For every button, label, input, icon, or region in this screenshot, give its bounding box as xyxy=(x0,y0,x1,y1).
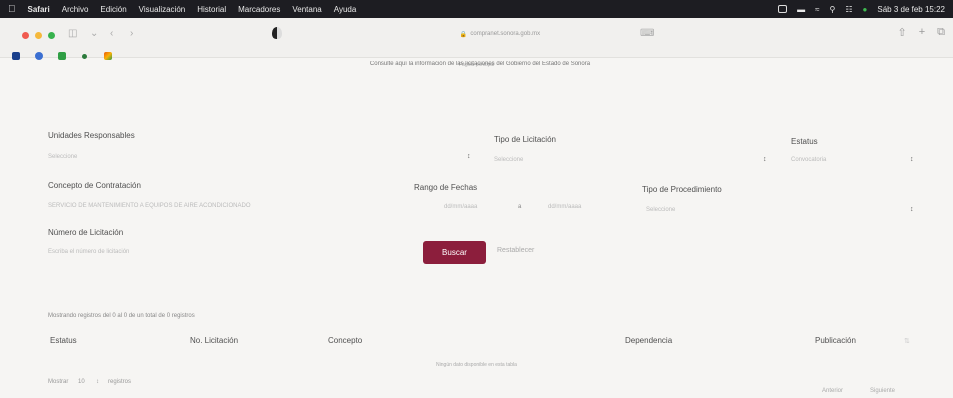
fecha-desde-text: dd/mm/aaaa xyxy=(444,204,478,210)
spotlight-search-icon[interactable]: ⚲ xyxy=(830,5,836,14)
battery-icon[interactable]: ▬ xyxy=(797,5,805,14)
toolbar-right-controls: ⇧ + ⧉ xyxy=(897,26,945,39)
menu-item-edicion[interactable]: Edición xyxy=(100,5,126,14)
column-header-concepto[interactable]: Concepto xyxy=(328,336,362,345)
estatus-select[interactable]: Convocatoria xyxy=(791,153,911,167)
restablecer-link[interactable]: Restablecer xyxy=(497,247,534,254)
sidebar-toggle-icon[interactable]: ◫ xyxy=(68,28,77,39)
concepto-label: Concepto de Contratación xyxy=(48,181,141,190)
fecha-hasta-input[interactable]: dd/mm/aaaa xyxy=(548,200,608,214)
menu-item-archivo[interactable]: Archivo xyxy=(62,5,89,14)
page-notice: Consulte aquí la información de las lici… xyxy=(369,61,591,67)
fecha-separator: a xyxy=(518,204,522,210)
unidades-label: Unidades Responsables xyxy=(48,131,135,140)
sort-arrows-icon[interactable]: ⇅ xyxy=(904,337,910,345)
menu-item-marcadores[interactable]: Marcadores xyxy=(238,5,280,14)
tipo-procedimiento-label: Tipo de Procedimiento xyxy=(642,185,722,194)
concepto-input[interactable]: SERVICIO DE MANTENIMIENTO A EQUIPOS DE A… xyxy=(48,199,388,213)
favorite-1-icon[interactable] xyxy=(12,52,20,60)
numero-licitacion-placeholder: Escriba el número de licitación xyxy=(48,249,130,255)
close-window-button[interactable] xyxy=(22,32,29,39)
column-header-dependencia[interactable]: Dependencia xyxy=(625,336,672,345)
pagination-next[interactable]: Siguiente xyxy=(870,388,895,394)
siri-icon[interactable]: ● xyxy=(863,5,868,14)
empty-table-message: Ningún dato disponible en esta tabla xyxy=(436,362,517,368)
browser-toolbar: ◫ ⌄ ‹ › 🔒 compranet.sonora.gob.mx ⌨ ⇧ + … xyxy=(0,18,953,68)
privacy-shield-icon[interactable] xyxy=(272,27,282,39)
column-header-estatus[interactable]: Estatus xyxy=(50,336,77,345)
pagination-previous[interactable]: Anterior xyxy=(822,388,843,394)
tipo-licitacion-select[interactable]: Seleccione xyxy=(494,153,764,167)
address-bar-url: compranet.sonora.gob.mx xyxy=(470,31,541,37)
tipo-procedimiento-select[interactable]: Seleccione xyxy=(646,203,911,217)
zoom-window-button[interactable] xyxy=(48,32,55,39)
favorite-4-icon[interactable] xyxy=(82,54,87,59)
forward-arrow-icon[interactable]: › xyxy=(130,28,133,39)
favorite-5-icon[interactable] xyxy=(104,52,112,60)
tipo-licitacion-label: Tipo de Licitación xyxy=(494,135,556,144)
favorite-3-icon[interactable] xyxy=(58,52,66,60)
status-area: ▬ ≈ ⚲ ☷ ● Sáb 3 de feb 15:22 xyxy=(778,5,945,14)
show-entries-select[interactable]: 10 xyxy=(78,379,85,385)
chevron-down-icon[interactable]: ⌄ xyxy=(90,28,98,39)
estatus-select-value: Convocatoria xyxy=(791,157,827,163)
minimize-window-button[interactable] xyxy=(35,32,42,39)
column-header-publicacion[interactable]: Publicación xyxy=(815,336,856,345)
apple-icon[interactable]:  xyxy=(8,4,16,15)
share-icon[interactable]: ⇧ xyxy=(897,26,906,39)
show-entries-label: Mostrar xyxy=(48,379,69,385)
favorite-2-icon[interactable] xyxy=(35,52,43,60)
tipo-licitacion-chevron-icon[interactable]: ↕ xyxy=(763,156,767,163)
unidades-chevron-icon[interactable]: ↕ xyxy=(467,153,471,160)
concepto-input-text: SERVICIO DE MANTENIMIENTO A EQUIPOS DE A… xyxy=(48,203,251,209)
translate-icon[interactable]: ⌨ xyxy=(640,28,654,39)
numero-licitacion-input[interactable]: Escriba el número de licitación xyxy=(48,245,298,259)
menu-bar-clock[interactable]: Sáb 3 de feb 15:22 xyxy=(877,5,945,14)
menu-item-visualizacion[interactable]: Visualización xyxy=(139,5,186,14)
estatus-label: Estatus xyxy=(791,137,818,146)
lock-icon: 🔒 xyxy=(459,31,468,38)
menu-bar:  Safari Archivo Edición Visualización H… xyxy=(0,0,953,18)
new-tab-icon[interactable]: + xyxy=(919,26,925,39)
fecha-hasta-text: dd/mm/aaaa xyxy=(548,204,582,210)
menu-app-name[interactable]: Safari xyxy=(28,5,50,14)
tipo-procedimiento-select-value: Seleccione xyxy=(646,207,676,213)
menu-item-ayuda[interactable]: Ayuda xyxy=(334,5,357,14)
menu-item-historial[interactable]: Historial xyxy=(197,5,226,14)
back-arrow-icon[interactable]: ‹ xyxy=(110,28,113,39)
unidades-select[interactable]: Seleccione xyxy=(48,150,468,164)
tab-overview-icon[interactable]: ⧉ xyxy=(937,26,945,39)
records-label: registros xyxy=(108,379,132,385)
rango-fechas-label: Rango de Fechas xyxy=(414,183,478,192)
column-header-no-licitacion[interactable]: No. Licitación xyxy=(190,336,238,345)
buscar-button[interactable]: Buscar xyxy=(423,241,486,264)
menu-item-ventana[interactable]: Ventana xyxy=(292,5,321,14)
numero-licitacion-label: Número de Licitación xyxy=(48,228,124,237)
control-center-icon[interactable]: ☷ xyxy=(845,5,852,14)
tipo-procedimiento-chevron-icon[interactable]: ↕ xyxy=(910,206,914,213)
show-entries-chevron-icon[interactable]: ↕ xyxy=(96,379,99,385)
fecha-desde-input[interactable]: dd/mm/aaaa xyxy=(444,200,504,214)
wifi-icon[interactable]: ≈ xyxy=(815,5,819,14)
app-status-icon[interactable] xyxy=(778,5,788,13)
results-summary: Mostrando registros del 0 al 0 de un tot… xyxy=(48,313,195,319)
estatus-chevron-icon[interactable]: ↕ xyxy=(910,156,914,163)
unidades-select-value: Seleccione xyxy=(48,154,78,160)
tipo-licitacion-select-value: Seleccione xyxy=(494,157,524,163)
